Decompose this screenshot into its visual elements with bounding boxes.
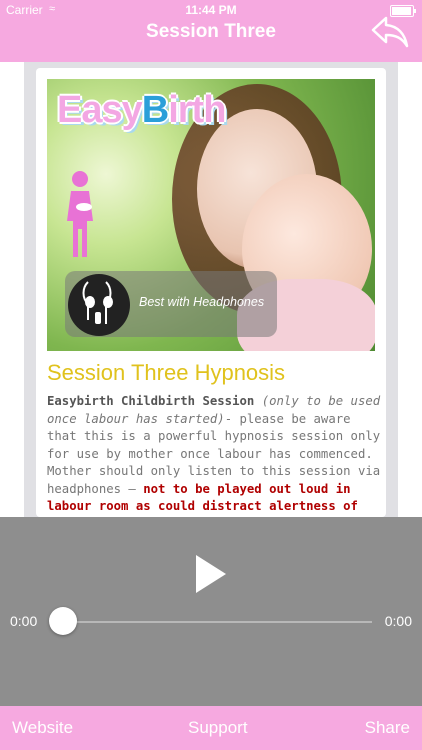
duration: 0:00: [384, 613, 412, 629]
session-description: Easybirth Childbirth Session (only to be…: [47, 393, 387, 533]
hero-image: EasyBirth Best with Headphones: [47, 79, 375, 351]
website-button[interactable]: Website: [12, 718, 73, 738]
back-arrow-icon[interactable]: [370, 14, 410, 50]
session-title: Session Three Hypnosis: [47, 360, 286, 385]
support-button[interactable]: Support: [188, 718, 248, 738]
clock: 11:44 PM: [185, 3, 237, 17]
headphones-badge: Best with Headphones: [65, 271, 277, 337]
mother-icon: [63, 169, 97, 259]
page-title: Session Three: [146, 21, 276, 42]
status-bar: Carrier ≈ 11:44 PM: [0, 0, 422, 20]
progress-track[interactable]: [62, 621, 372, 623]
session-label: Easybirth Childbirth Session: [47, 394, 255, 408]
progress-slider-thumb[interactable]: [49, 607, 77, 635]
easybirth-logo: EasyBirth: [57, 89, 226, 131]
navigation-bar: Carrier ≈ 11:44 PM Session Three: [0, 0, 422, 62]
headphones-icon: [68, 274, 130, 336]
share-button[interactable]: Share: [365, 718, 410, 738]
play-button[interactable]: [196, 555, 226, 593]
headphones-text: Best with Headphones: [139, 295, 265, 309]
current-time: 0:00: [10, 613, 38, 629]
